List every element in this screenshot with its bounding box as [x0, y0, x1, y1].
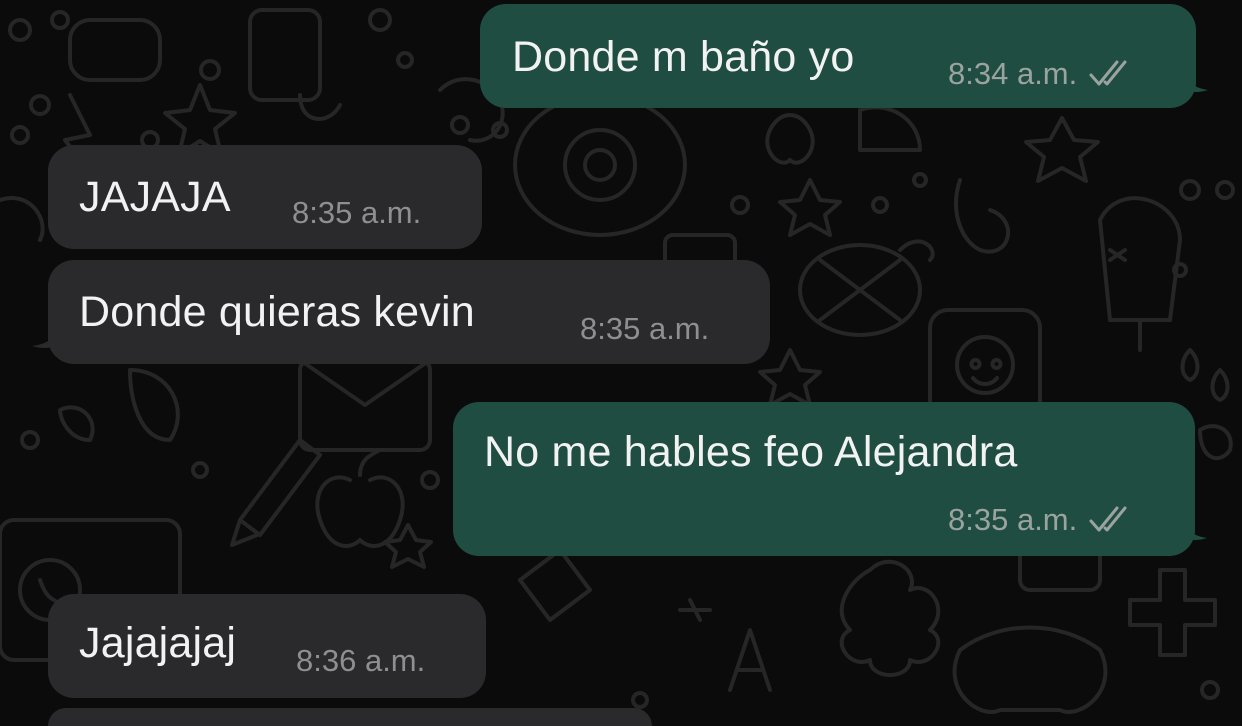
message-text: Jajajajaj: [79, 619, 237, 667]
message-time: 8:35 a.m.: [948, 502, 1078, 537]
bubble-tail-left: [32, 320, 64, 348]
message-time: 8:35 a.m.: [292, 195, 422, 230]
incoming-message-bubble-partial[interactable]: [48, 708, 652, 726]
message-timestamp-area: 8:35 a.m.: [948, 502, 1133, 538]
incoming-message-bubble[interactable]: Donde quieras kevin 8:35 a.m.: [32, 260, 770, 364]
message-text: JAJAJA: [79, 173, 231, 221]
message-text: Donde quieras kevin: [79, 288, 475, 336]
bubble-tail-right: [1177, 512, 1207, 540]
message-time: 8:34 a.m.: [948, 56, 1078, 91]
message-text: Donde m baño yo: [512, 33, 855, 81]
read-double-check-icon: [1089, 60, 1127, 86]
message-timestamp-area: 8:36 a.m.: [296, 643, 425, 679]
message-time: 8:35 a.m.: [580, 311, 710, 346]
incoming-message-bubble[interactable]: JAJAJA 8:35 a.m.: [48, 145, 482, 249]
bubble-tail-right: [1178, 64, 1208, 92]
outgoing-message-bubble[interactable]: Donde m baño yo 8:34 a.m.: [480, 4, 1208, 108]
message-timestamp-area: 8:35 a.m.: [292, 195, 421, 231]
chat-message-list[interactable]: Donde m baño yo 8:34 a.m. JAJAJA 8:35 a.…: [0, 0, 1242, 726]
outgoing-message-bubble[interactable]: No me hables feo Alejandra 8:35 a.m.: [453, 402, 1207, 556]
message-timestamp-area: 8:34 a.m.: [948, 56, 1133, 92]
message-text: No me hables feo Alejandra: [484, 428, 1018, 476]
message-time: 8:36 a.m.: [296, 643, 426, 678]
message-timestamp-area: 8:35 a.m.: [580, 311, 709, 347]
read-double-check-icon: [1089, 506, 1127, 532]
incoming-message-bubble[interactable]: Jajajajaj 8:36 a.m.: [48, 594, 486, 698]
